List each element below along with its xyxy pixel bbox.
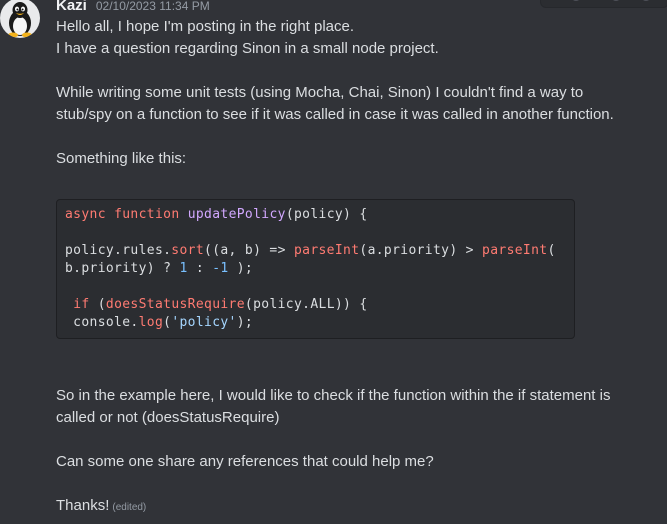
add-reaction-icon[interactable] [571, 0, 581, 1]
code-text: ( [89, 297, 106, 312]
message-line-thanks: Thanks! (edited) [56, 495, 146, 519]
tux-penguin-icon [8, 2, 32, 38]
code-block: async function updatePolicy(policy) { po… [56, 199, 575, 339]
code-text: ((a, b) => [204, 243, 294, 258]
code-keyword: if [73, 297, 90, 312]
message-text: Thanks! [56, 497, 110, 514]
code-method: doesStatusRequire [105, 297, 245, 312]
message-line: Hello all, I hope I'm posting in the rig… [56, 18, 355, 35]
code-text: ); [228, 261, 254, 276]
code-line-1: async function updatePolicy(policy) { [65, 206, 368, 224]
code-number: 1 [179, 261, 188, 276]
message-line: I have a question regarding Sinon in a s… [56, 40, 439, 57]
code-keyword: async [65, 207, 106, 222]
code-keyword: function [114, 207, 180, 222]
code-line-2: policy.rules.sort((a, b) => parseInt(a.p… [65, 242, 556, 260]
avatar[interactable] [0, 0, 40, 38]
code-line-5: console.log('policy'); [65, 314, 253, 332]
username[interactable]: Kazi [56, 0, 87, 14]
message-line: stub/spy on a function to see if it was … [56, 106, 614, 123]
message-line: Can some one share any references that c… [56, 453, 434, 470]
code-text: ( [547, 243, 556, 258]
reply-icon[interactable] [611, 0, 621, 1]
code-string: 'policy' [171, 315, 237, 330]
code-text: console. [65, 315, 139, 330]
code-function-name: updatePolicy [187, 207, 286, 222]
code-line-3: b.priority) ? 1 : -1 ); [65, 260, 253, 278]
code-text: (policy.ALL)) { [244, 297, 368, 312]
code-line-4: if (doesStatusRequire(policy.ALL)) { [65, 296, 368, 314]
code-method: log [138, 315, 164, 330]
message-line: called or not (doesStatusRequire) [56, 409, 280, 426]
code-text: (a.priority) > [359, 243, 483, 258]
code-method: sort [171, 243, 205, 258]
code-text: (policy) { [285, 207, 368, 222]
timestamp: 02/10/2023 11:34 PM [95, 0, 210, 13]
code-text: ); [236, 315, 254, 330]
message-line: While writing some unit tests (using Moc… [56, 84, 584, 101]
message-actions-toolbar [540, 0, 667, 8]
code-text: : [187, 261, 213, 276]
code-text: b.priority) ? [65, 261, 180, 276]
message-header: Kazi 02/10/2023 11:34 PM [56, 0, 210, 15]
message-line: Something like this: [56, 150, 187, 167]
message-line: So in the example here, I would like to … [56, 387, 611, 404]
more-options-icon[interactable] [641, 0, 651, 1]
code-method: parseInt [482, 243, 548, 258]
code-number: -1 [212, 261, 229, 276]
code-method: parseInt [293, 243, 360, 258]
edited-label: (edited) [112, 502, 147, 513]
code-text: policy.rules. [65, 243, 172, 258]
